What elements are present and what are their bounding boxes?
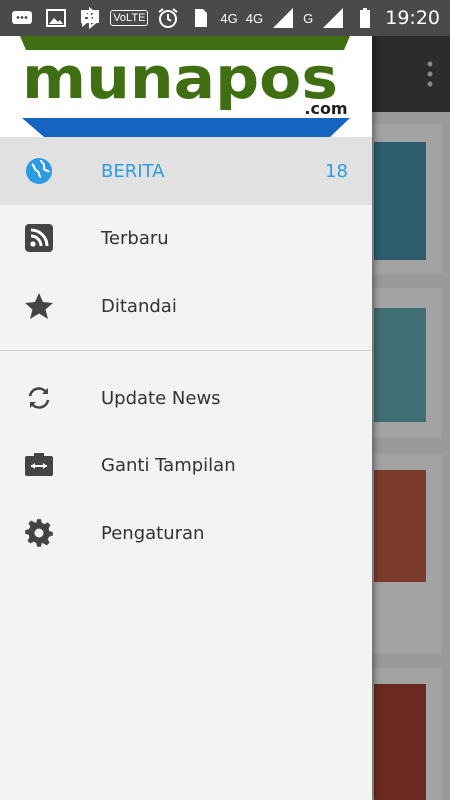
bluetooth-icon bbox=[84, 6, 97, 30]
nav-label-terbaru: Terbaru bbox=[101, 227, 169, 249]
nav-label-ditandai: Ditandai bbox=[101, 295, 177, 317]
nav-item-ditandai[interactable]: Ditandai bbox=[0, 272, 372, 340]
signal-icon bbox=[273, 8, 294, 28]
network-type-1: 4G bbox=[220, 10, 238, 26]
munapos-logo: munapos .com bbox=[20, 36, 350, 137]
volte-badge: VoLTE bbox=[110, 10, 149, 26]
sim-icon bbox=[195, 9, 208, 27]
nav-count-berita: 18 bbox=[325, 160, 348, 182]
nav-label-ganti-tampilan: Ganti Tampilan bbox=[101, 454, 236, 476]
nav-label-pengaturan: Pengaturan bbox=[101, 522, 205, 544]
network-type-3: G bbox=[303, 10, 314, 26]
nav-item-ganti-tampilan[interactable]: Ganti Tampilan bbox=[0, 431, 372, 499]
news-thumbnail bbox=[374, 142, 426, 260]
globe-icon bbox=[24, 156, 54, 186]
sync-icon bbox=[24, 383, 54, 413]
drawer-header: munapos .com bbox=[0, 36, 372, 137]
more-vert-icon[interactable] bbox=[424, 60, 436, 88]
message-icon bbox=[12, 11, 32, 24]
gear-icon bbox=[24, 518, 54, 548]
star-icon bbox=[24, 291, 54, 321]
news-thumbnail bbox=[374, 684, 426, 800]
logo-text: munapos bbox=[22, 44, 338, 112]
network-type-2: 4G bbox=[245, 10, 264, 26]
logo-suffix: .com bbox=[304, 99, 347, 118]
news-thumbnail bbox=[374, 308, 426, 422]
rss-icon bbox=[24, 223, 54, 253]
nav-item-pengaturan[interactable]: Pengaturan bbox=[0, 499, 372, 567]
drawer-divider bbox=[0, 350, 372, 351]
nav-label-update-news: Update News bbox=[101, 387, 221, 409]
clock: 19:20 bbox=[385, 7, 440, 29]
nav-item-update-news[interactable]: Update News bbox=[0, 364, 372, 432]
signal-icon bbox=[323, 8, 344, 28]
nav-label-berita: BERITA bbox=[101, 160, 165, 182]
image-icon bbox=[46, 9, 66, 27]
news-thumbnail bbox=[374, 470, 426, 582]
navigation-drawer: munapos .com BERITA 18 Terbaru Ditandai … bbox=[0, 0, 372, 800]
battery-icon bbox=[360, 8, 371, 28]
status-bar: VoLTE 4G 4G G 19:20 bbox=[0, 0, 450, 36]
switch-view-icon bbox=[24, 450, 54, 480]
nav-item-terbaru[interactable]: Terbaru bbox=[0, 204, 372, 272]
nav-item-berita[interactable]: BERITA 18 bbox=[0, 137, 372, 205]
alarm-icon bbox=[158, 8, 179, 28]
